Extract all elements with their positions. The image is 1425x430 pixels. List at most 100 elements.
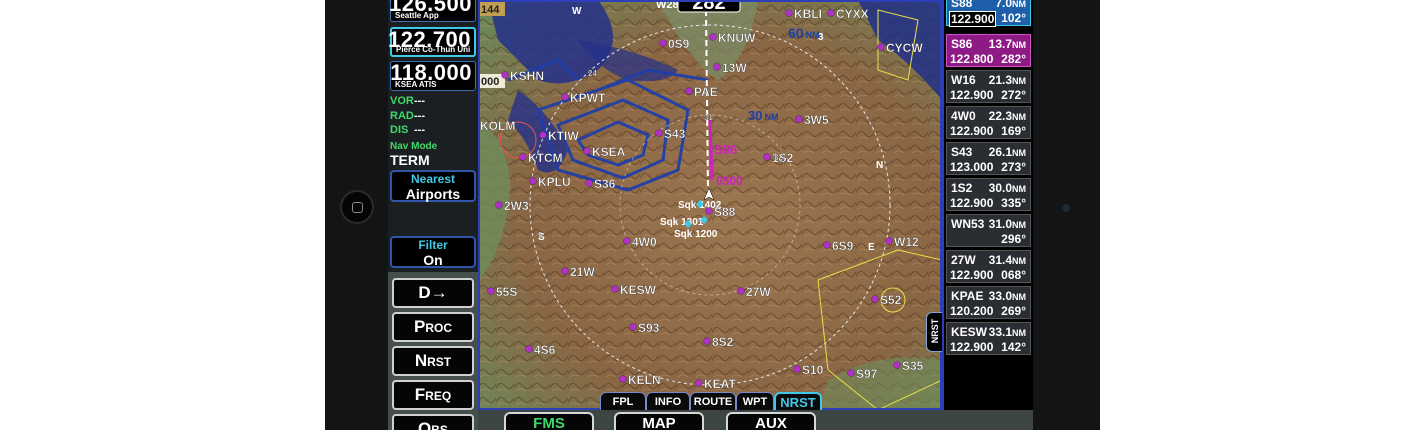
airport-label[interactable]: 8S2: [712, 335, 734, 349]
airport-label[interactable]: S35: [902, 359, 924, 373]
airport-icon: [629, 323, 637, 331]
nearest-freq: 122.900: [949, 11, 997, 27]
airport-label[interactable]: KEAT: [704, 377, 737, 391]
nearest-freq: 122.900: [950, 340, 994, 354]
airport-label[interactable]: 2W3: [504, 199, 529, 213]
terrain-badge-000: 000: [481, 76, 499, 88]
airport-icon: [709, 33, 717, 41]
airport-label[interactable]: 3W5: [804, 113, 829, 127]
airport-icon: [823, 241, 831, 249]
nearest-item[interactable]: 1S2 30.0NM 122.900 335°: [946, 178, 1031, 211]
airport-label[interactable]: KESW: [620, 283, 657, 297]
airport-label[interactable]: KTIW: [548, 129, 580, 143]
airport-label[interactable]: CYCW: [886, 41, 924, 55]
nearest-bearing: 142°: [1001, 340, 1026, 354]
nrst-button[interactable]: Nrst: [392, 346, 474, 376]
airport-label[interactable]: 21W: [570, 265, 596, 279]
tab-nrst[interactable]: NRST: [774, 392, 822, 410]
moving-map[interactable]: 282 W28 W N 3 S E 60 NM 30 NM 144 000 S86 …: [471, 0, 943, 411]
compass-n: N: [876, 160, 883, 171]
nav-value: ---: [414, 124, 425, 136]
airport-label[interactable]: KTCM: [528, 151, 563, 165]
nearest-item[interactable]: 27W 31.4NM 122.900 068°: [946, 250, 1031, 283]
airport-icon: [561, 267, 569, 275]
nav-value: ---: [414, 95, 425, 107]
nrst-side-tab[interactable]: NRST: [926, 312, 942, 352]
tab-info[interactable]: INFO: [646, 392, 690, 410]
airport-label[interactable]: 0S9: [668, 37, 690, 51]
tab-fpl[interactable]: FPL: [600, 392, 646, 410]
nav-key: DIS: [390, 124, 409, 136]
airport-label[interactable]: S10: [802, 363, 824, 377]
nearest-list: S88 7.0NM 122.900 102° S86 13.7NM 122.800 282° W…: [942, 0, 1033, 410]
airport-label[interactable]: KSHN: [510, 69, 544, 83]
airport-label[interactable]: KNUW: [718, 31, 756, 45]
nearest-item[interactable]: W16 21.3NM 122.900 272°: [946, 70, 1031, 103]
nearest-item[interactable]: S43 26.1NM 123.000 273°: [946, 142, 1031, 175]
map-small-label: 32: [774, 153, 783, 162]
nearest-bearing: 296°: [1001, 232, 1026, 246]
airport-icon: [561, 93, 569, 101]
airport-label[interactable]: S52: [880, 293, 902, 307]
nav-rad: RAD---: [390, 110, 425, 122]
nearest-id: KPAE: [951, 289, 984, 303]
airport-label[interactable]: KOLM: [480, 119, 516, 133]
nearest-item[interactable]: 4W0 22.3NM 122.900 169°: [946, 106, 1031, 139]
obs-button[interactable]: Obs: [392, 414, 474, 430]
airport-label[interactable]: S36: [594, 177, 616, 191]
airport-label[interactable]: 55S: [496, 285, 518, 299]
nearest-freq: 120.200: [950, 304, 994, 318]
heading-readout: 282: [692, 0, 725, 14]
airport-label[interactable]: KBLI: [794, 7, 822, 21]
tab-wpt[interactable]: WPT: [736, 392, 774, 410]
freq-standby-1[interactable]: 126.500 Seattle App: [389, 0, 476, 22]
airport-label[interactable]: S93: [638, 321, 660, 335]
nearest-id: WN53: [951, 217, 985, 231]
nearest-item[interactable]: KPAE 33.0NM 120.200 269°: [946, 286, 1031, 319]
freq-button[interactable]: Freq: [392, 380, 474, 410]
nearest-dist: 22.3NM: [988, 109, 1026, 123]
fms-button[interactable]: FMS: [504, 412, 594, 430]
nearest-line2: Airports: [405, 186, 461, 202]
airport-label[interactable]: W12: [894, 235, 919, 249]
aux-button[interactable]: AUX: [726, 412, 816, 430]
traffic-label: Sqk 1200: [674, 229, 718, 240]
nrst-side-label: NRST: [930, 318, 940, 344]
nearest-item[interactable]: S88 7.0NM 122.900 102°: [946, 0, 1031, 27]
freq-active[interactable]: 122.700 Pierce Co-Thun Uni: [388, 27, 476, 57]
airport-label[interactable]: 13W: [722, 61, 748, 75]
freq-name: KSEA ATIS: [395, 80, 437, 89]
airport-label[interactable]: KSEA: [592, 145, 626, 159]
nearest-freq: 122.900: [950, 88, 994, 102]
nearest-item[interactable]: KESW 33.1NM 122.900 142°: [946, 322, 1031, 355]
proc-button[interactable]: Proc: [392, 312, 474, 342]
airport-label[interactable]: 27W: [746, 285, 772, 299]
freq-standby-2[interactable]: 118.000 KSEA ATIS: [390, 60, 476, 91]
tab-route[interactable]: ROUTE: [690, 392, 736, 410]
airport-label[interactable]: S43: [664, 127, 686, 141]
airport-icon: [659, 39, 667, 47]
filter-button[interactable]: Filter On: [390, 236, 476, 268]
airport-label[interactable]: CYXX: [836, 7, 869, 21]
airport-label[interactable]: KELN: [628, 373, 661, 387]
nearest-item[interactable]: S86 13.7NM 122.800 282°: [946, 34, 1031, 67]
efb-screen: 126.500 Seattle App 122.700 Pierce Co-Th…: [388, 0, 1033, 430]
nearest-item[interactable]: WN53 31.0NM 296°: [946, 214, 1031, 247]
airport-label[interactable]: 4S6: [534, 343, 556, 357]
airport-label[interactable]: S88: [714, 205, 736, 219]
nearest-bearing: 169°: [1001, 124, 1026, 138]
airport-label[interactable]: PAE: [694, 85, 718, 99]
direct-to-button[interactable]: D→: [392, 278, 474, 308]
airport-label[interactable]: 4W0: [632, 235, 657, 249]
airport-label[interactable]: KPLU: [538, 175, 571, 189]
nearest-freq: 122.900: [950, 196, 994, 210]
map-button[interactable]: MAP: [614, 412, 704, 430]
airport-icon: [885, 237, 893, 245]
nearest-airports-button[interactable]: Nearest Airports: [390, 170, 476, 202]
airport-icon: [713, 63, 721, 71]
nearest-dist: 33.0NM: [988, 289, 1026, 303]
airport-label[interactable]: S97: [856, 367, 878, 381]
airport-label[interactable]: KPWT: [570, 91, 606, 105]
airport-label[interactable]: 6S9: [832, 239, 854, 253]
home-button[interactable]: [340, 190, 374, 224]
